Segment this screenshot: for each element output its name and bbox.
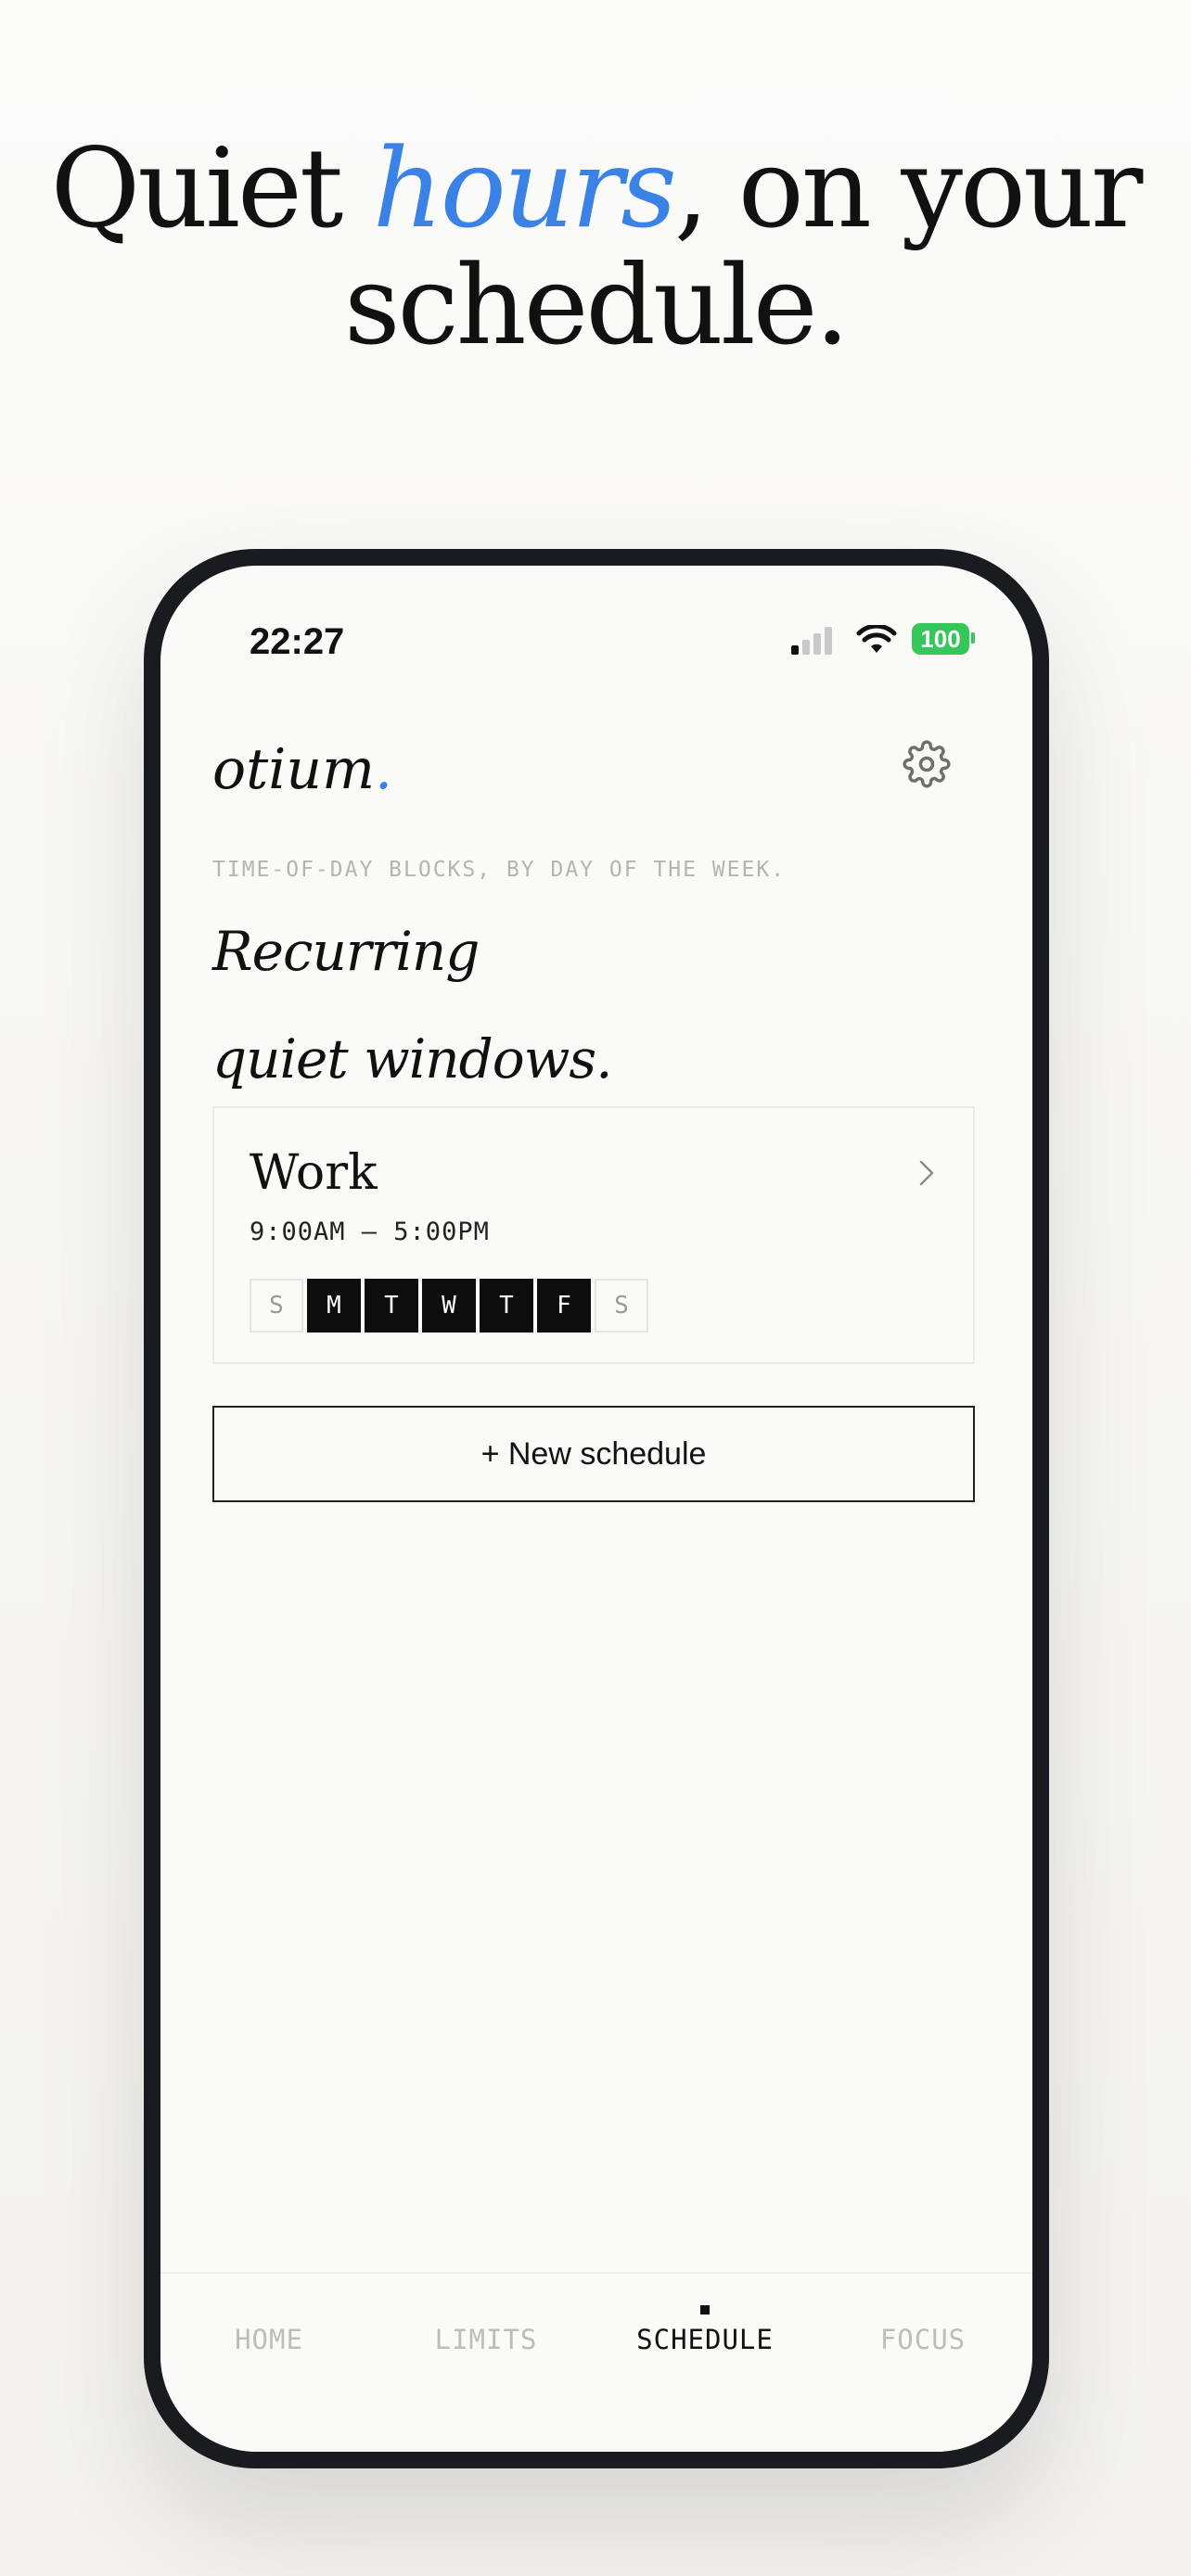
day-chip-monday: M: [307, 1279, 361, 1333]
tab-focus[interactable]: FOCUS: [814, 2324, 1031, 2355]
logo-dot: .: [374, 737, 393, 802]
battery-icon: 100: [912, 623, 969, 655]
schedule-name: Work: [250, 1145, 378, 1201]
section-eyebrow: TIME-OF-DAY BLOCKS, BY DAY OF THE WEEK.: [212, 858, 787, 882]
day-chip-saturday: S: [595, 1279, 648, 1333]
battery-tip: [971, 632, 975, 644]
active-tab-indicator: [700, 2305, 710, 2315]
new-schedule-button[interactable]: + New schedule: [212, 1406, 975, 1502]
phone-screen: 22:27 100 otium. TIME-OF-DAY BLOCKS, BY …: [160, 566, 1032, 2452]
page-title: Recurring quiet windows.: [212, 898, 613, 1113]
status-bar: 22:27 100: [160, 566, 1032, 668]
schedule-time-range: 9:00AM — 5:00PM: [250, 1218, 490, 1246]
day-chip-friday: F: [537, 1279, 591, 1333]
day-chip-wednesday: W: [422, 1279, 476, 1333]
tab-schedule[interactable]: SCHEDULE: [596, 2324, 813, 2355]
logo-text: otium: [212, 737, 375, 802]
status-time: 22:27: [250, 621, 345, 662]
tab-home[interactable]: HOME: [160, 2324, 378, 2355]
hero-text: , on your: [673, 124, 1144, 252]
hero-line-2: schedule.: [343, 241, 850, 369]
hero-accent-word: hours: [372, 124, 677, 252]
day-chip-tuesday: T: [365, 1279, 418, 1333]
app-logo: otium.: [212, 737, 392, 802]
tab-limits[interactable]: LIMITS: [378, 2324, 595, 2355]
day-chip-sunday: S: [250, 1279, 303, 1333]
page-title-line-1: Recurring: [212, 920, 480, 983]
cellular-signal-icon: [791, 625, 836, 655]
hero-line-1: Quiet hours, on your: [0, 130, 1191, 247]
hero-text: Quiet: [50, 124, 373, 252]
day-chip-thursday: T: [480, 1279, 533, 1333]
wifi-icon: [856, 625, 897, 653]
phone-frame: 22:27 100 otium. TIME-OF-DAY BLOCKS, BY …: [144, 549, 1049, 2468]
weekday-selector: S M T W T F S: [250, 1279, 648, 1333]
page-title-line-2: quiet windows.: [212, 1027, 613, 1090]
chevron-right-icon: [919, 1160, 934, 1186]
gear-icon[interactable]: [903, 740, 951, 788]
bottom-tab-bar: HOME LIMITS SCHEDULE FOCUS: [160, 2272, 1032, 2452]
schedule-card-work[interactable]: Work 9:00AM — 5:00PM S M T W T F S: [212, 1106, 975, 1364]
hero-headline: Quiet hours, on your schedule.: [0, 130, 1191, 363]
